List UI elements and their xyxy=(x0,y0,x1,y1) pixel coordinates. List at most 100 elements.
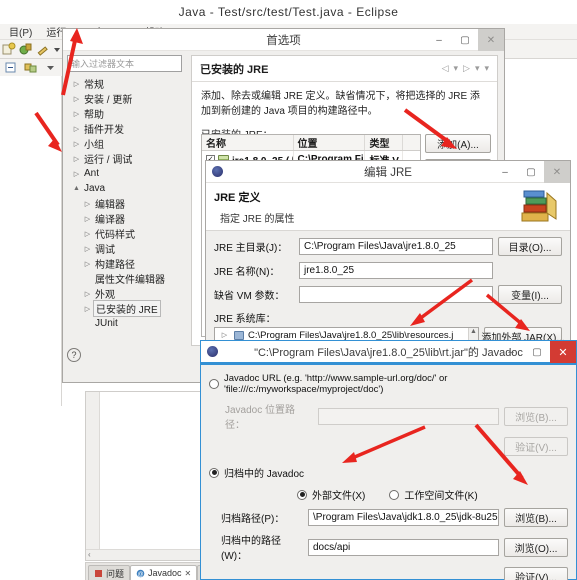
view-menu-icon[interactable] xyxy=(44,61,58,75)
close-button[interactable]: ✕ xyxy=(544,161,570,183)
javadoc-archive-option[interactable]: 归档中的 Javadoc xyxy=(209,465,576,480)
jre-home-directory-button[interactable]: 目录(O)... xyxy=(498,237,562,256)
tree-twisty-icon[interactable]: ▷ xyxy=(71,80,82,88)
archive-path-input[interactable]: \Program Files\Java\jdk1.8.0_25\jdk-8u25… xyxy=(308,509,499,526)
javadoc-dialog-window-buttons[interactable]: – ▢ ✕ xyxy=(498,341,576,363)
tree-item-1[interactable]: ▷ 安装 / 更新 xyxy=(67,91,186,106)
tree-twisty-icon[interactable]: ▷ xyxy=(82,215,93,223)
tree-twisty-icon[interactable]: ▷ xyxy=(82,260,93,268)
menu-project[interactable]: 目(P) xyxy=(2,24,39,39)
tree-item-3[interactable]: ▷ 插件开发 xyxy=(67,121,186,136)
archive-validate-row[interactable]: 验证(V)... xyxy=(209,567,568,580)
javadoc-dialog-titlebar[interactable]: "C:\Program Files\Java\jre1.8.0_25\lib\r… xyxy=(201,341,576,363)
tree-item-8[interactable]: ▷ 编辑器 xyxy=(67,196,186,211)
vm-args-input[interactable] xyxy=(299,286,493,303)
archive-inner-browse-button[interactable]: 浏览(O)... xyxy=(504,537,568,557)
collapse-all-icon[interactable] xyxy=(4,61,18,75)
close-button[interactable]: ✕ xyxy=(478,29,504,51)
package-explorer-panel[interactable] xyxy=(0,76,62,406)
vm-args-variables-button[interactable]: 变量(I)... xyxy=(498,285,562,304)
archive-inner-input[interactable]: docs/api xyxy=(308,538,499,556)
nav-forward-icon[interactable]: ▷ xyxy=(463,63,470,74)
new-wizard-icon[interactable] xyxy=(2,42,16,56)
tree-item-4[interactable]: ▷ 小组 xyxy=(67,136,186,151)
column-header-name[interactable]: 名称 xyxy=(202,135,294,150)
link-editor-icon[interactable] xyxy=(24,61,38,75)
javadoc-url-browse-button[interactable]: 浏览(B)... xyxy=(504,406,568,426)
archive-path-browse-button[interactable]: 浏览(B)... xyxy=(504,508,568,527)
radio-external-file[interactable] xyxy=(297,489,307,500)
tree-twisty-icon[interactable]: ▷ xyxy=(82,290,93,298)
maximize-button[interactable]: ▢ xyxy=(518,161,544,183)
radio-workspace-file-row[interactable]: 工作空间文件(K) xyxy=(389,487,478,502)
jre-home-row[interactable]: JRE 主目录(J)： C:\Program Files\Java\jre1.8… xyxy=(214,237,562,256)
tree-item-11[interactable]: ▷ 调试 xyxy=(67,241,186,256)
tree-twisty-icon[interactable]: ▷ xyxy=(219,331,230,339)
tree-twisty-icon[interactable]: ▷ xyxy=(82,230,93,238)
tree-item-6[interactable]: ▷ Ant xyxy=(67,166,186,181)
tree-item-15[interactable]: ▷ 已安装的 JRE xyxy=(67,300,186,317)
tree-twisty-icon[interactable]: ▷ xyxy=(82,200,93,208)
edit-jre-titlebar[interactable]: 编辑 JRE – ▢ ✕ xyxy=(206,161,570,183)
tree-item-12[interactable]: ▷ 构建路径 xyxy=(67,256,186,271)
radio-archive-javadoc[interactable] xyxy=(209,467,219,478)
javadoc-url-row[interactable]: Javadoc 位置路径： 浏览(B)... xyxy=(209,401,568,431)
tree-item-10[interactable]: ▷ 代码样式 xyxy=(67,226,186,241)
jre-home-input[interactable]: C:\Program Files\Java\jre1.8.0_25 xyxy=(299,238,493,255)
radio-workspace-file[interactable] xyxy=(389,489,400,500)
maximize-button[interactable]: ▢ xyxy=(524,341,550,363)
archive-path-row[interactable]: 归档路径(P)： \Program Files\Java\jdk1.8.0_25… xyxy=(209,508,568,527)
tree-twisty-icon[interactable]: ▷ xyxy=(71,125,82,133)
column-header-location[interactable]: 位置 xyxy=(294,135,366,150)
quickfix-icon[interactable] xyxy=(36,42,50,56)
tree-item-9[interactable]: ▷ 编译器 xyxy=(67,211,186,226)
column-header-extra[interactable] xyxy=(403,135,420,150)
nav-back-menu-icon[interactable]: ▾ xyxy=(453,63,458,74)
tree-item-2[interactable]: ▷ 帮助 xyxy=(67,106,186,121)
page-nav-icons[interactable]: ◁ ▾ ▷ ▾ ▾ xyxy=(442,63,489,74)
tree-item-16[interactable]: JUnit xyxy=(67,316,186,331)
archive-validate-button[interactable]: 验证(V)... xyxy=(504,567,568,580)
archive-inner-row[interactable]: 归档中的路径(W)： docs/api 浏览(O)... xyxy=(209,532,568,562)
jre-name-input[interactable]: jre1.8.0_25 xyxy=(299,262,493,279)
preferences-titlebar[interactable]: 首选项 – ▢ ✕ xyxy=(63,29,504,51)
minimize-button[interactable]: – xyxy=(426,29,452,51)
save-icon[interactable] xyxy=(19,42,33,56)
close-button[interactable]: ✕ xyxy=(550,341,576,363)
preferences-window-buttons[interactable]: – ▢ ✕ xyxy=(426,29,504,51)
tree-item-0[interactable]: ▷ 常规 xyxy=(67,76,186,91)
jre-name-row[interactable]: JRE 名称(N)： jre1.8.0_25 xyxy=(214,262,562,279)
tab-javadoc[interactable]: @ Javadoc ✕ xyxy=(130,565,198,580)
maximize-button[interactable]: ▢ xyxy=(452,29,478,51)
edit-jre-window-buttons[interactable]: – ▢ ✕ xyxy=(492,161,570,183)
tree-twisty-icon[interactable]: ▷ xyxy=(71,170,82,178)
javadoc-url-input[interactable] xyxy=(318,407,499,425)
preferences-tree-panel[interactable]: 输入过滤器文本 ▷ 常规 ▷ 安装 / 更新 ▷ 帮助 ▷ 插件开发 ▷ 小组 ▷ 运行 / 调试 ▷ A… xyxy=(67,55,186,346)
tree-twisty-icon[interactable]: ▷ xyxy=(71,155,82,163)
close-icon[interactable]: ✕ xyxy=(185,569,192,578)
minimize-button[interactable]: – xyxy=(498,341,524,363)
tree-twisty-icon[interactable]: ▷ xyxy=(82,245,93,253)
tree-twisty-icon[interactable]: ▷ xyxy=(71,110,82,118)
filter-input[interactable]: 输入过滤器文本 xyxy=(67,55,182,72)
archive-source-radios[interactable]: 外部文件(X) 工作空间文件(K) xyxy=(297,487,576,502)
add-jre-button[interactable]: 添加(A)... xyxy=(425,134,491,153)
javadoc-location-dialog[interactable]: "C:\Program Files\Java\jre1.8.0_25\lib\r… xyxy=(200,340,577,580)
javadoc-url-option[interactable]: Javadoc URL (e.g. 'http://www.sample-url… xyxy=(209,373,576,395)
column-header-type[interactable]: 类型 xyxy=(365,135,403,150)
editor-horizontal-scrollbar[interactable]: ‹ xyxy=(86,549,202,560)
nav-back-icon[interactable]: ◁ xyxy=(442,63,449,74)
help-icon[interactable]: ? xyxy=(67,348,81,362)
tree-twisty-icon[interactable]: ▷ xyxy=(71,95,82,103)
edit-jre-dialog[interactable]: 编辑 JRE – ▢ ✕ JRE 定义 指定 JRE 的属性 JRE 主目录(J… xyxy=(205,160,571,371)
radio-external-file-row[interactable]: 外部文件(X) xyxy=(297,487,365,502)
minimize-button[interactable]: – xyxy=(492,161,518,183)
radio-javadoc-url[interactable] xyxy=(209,379,219,389)
tree-item-7[interactable]: ▲ Java xyxy=(67,181,186,196)
tree-item-5[interactable]: ▷ 运行 / 调试 xyxy=(67,151,186,166)
javadoc-url-validate-button[interactable]: 验证(V)... xyxy=(504,437,568,456)
tree-twisty-icon[interactable]: ▲ xyxy=(71,185,82,192)
tab-problems[interactable]: 问题 xyxy=(88,565,131,580)
nav-forward-menu-icon[interactable]: ▾ xyxy=(475,63,480,74)
tree-item-13[interactable]: 属性文件编辑器 xyxy=(67,271,186,286)
